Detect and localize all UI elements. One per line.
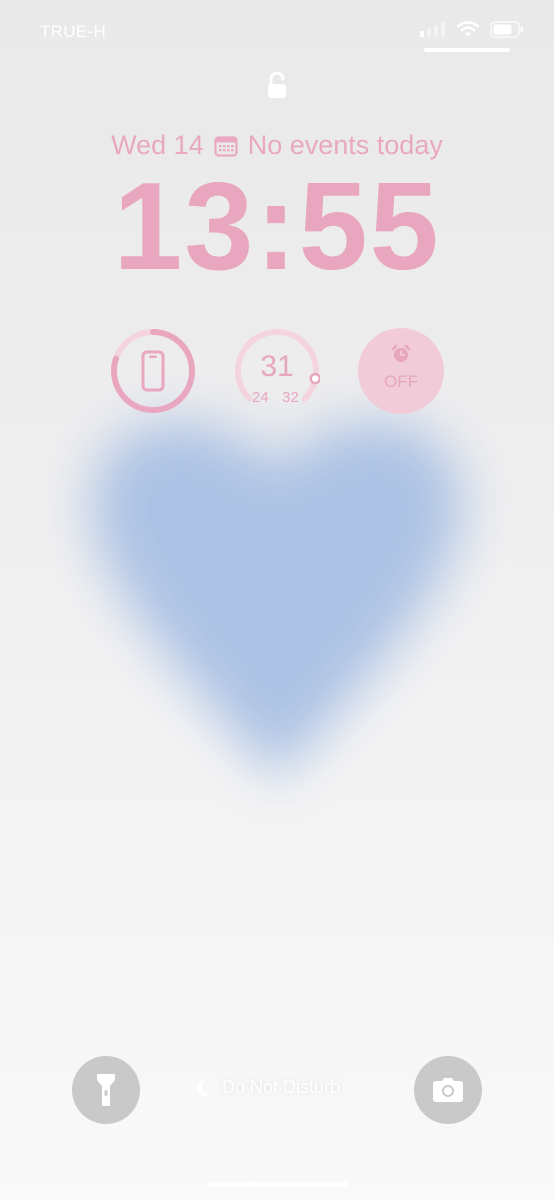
lock-open-icon <box>268 72 286 98</box>
battery-icon <box>490 20 523 38</box>
phone-icon <box>141 350 165 392</box>
camera-icon <box>433 1078 463 1102</box>
alarm-widget-background <box>358 328 444 414</box>
date-events-line: Wed 14 No events today <box>0 130 554 161</box>
weather-widget[interactable]: 31 24 32 <box>234 328 322 414</box>
alarm-clock-icon <box>391 344 411 362</box>
moon-icon <box>196 1079 211 1096</box>
focus-mode-indicator[interactable]: Do Not Disturb <box>194 1077 340 1098</box>
high-temperature: 32 <box>282 389 299 406</box>
current-temperature: 31 <box>260 350 294 383</box>
home-indicator[interactable] <box>208 1182 348 1187</box>
lock-screen-clock: 13:55 <box>113 158 441 296</box>
events-label: No events today <box>247 130 443 160</box>
date-label: Wed 14 <box>111 130 204 160</box>
flashlight-button[interactable] <box>72 1056 140 1124</box>
alarm-status: OFF <box>384 372 418 391</box>
control-center-indicator[interactable] <box>424 48 510 52</box>
wifi-icon <box>456 21 480 37</box>
focus-mode-label: Do Not Disturb <box>222 1077 341 1097</box>
low-temperature: 24 <box>252 389 269 406</box>
carrier-label: TRUE-H <box>40 22 107 41</box>
cellular-signal-icon <box>420 22 445 37</box>
calendar-icon <box>214 135 238 157</box>
camera-button[interactable] <box>414 1056 482 1124</box>
status-icons <box>420 20 524 38</box>
flashlight-icon <box>97 1074 115 1106</box>
battery-widget[interactable] <box>110 328 196 414</box>
alarm-widget[interactable]: OFF <box>358 328 444 414</box>
